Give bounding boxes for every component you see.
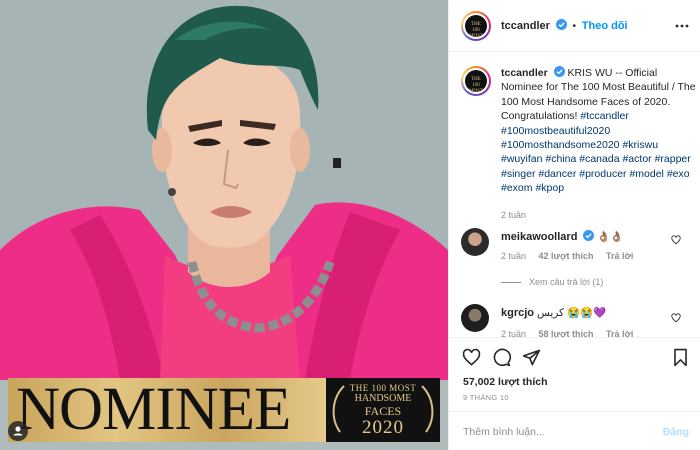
comment-avatar[interactable] [461,304,489,332]
badge-most: MOST [389,383,417,393]
hashtag[interactable]: #exom [501,182,533,194]
more-options-icon[interactable] [675,21,689,31]
caption-time[interactable]: 2 tuần [501,208,697,222]
caption-username[interactable]: tccandler [501,67,548,79]
header-username[interactable]: tccandler [501,20,550,32]
comment-avatar[interactable] [461,228,489,256]
badge-year: 2020 [362,417,404,438]
comment-item: kgrcjo كريس 😭😭💜 2 tuần 58 lượt thích Trả… [449,302,700,338]
comment-icon[interactable] [492,348,511,367]
hashtag[interactable]: #singer [501,168,535,180]
post-header: THE 100 MOST tccandler • Theo dõi [449,0,700,52]
follow-button[interactable]: Theo dõi [582,20,628,32]
comment-username[interactable]: meikawoollard [501,231,577,243]
badge-the: THE [349,383,369,393]
nominee-banner: NOMINEE THE 100 MOST HANDSOME FACES 2020 [8,378,440,442]
hashtag[interactable]: #kpop [535,182,564,194]
hashtag[interactable]: #producer [579,168,626,180]
like-count[interactable]: 57,002 lượt thích [463,376,548,388]
user-tag-icon [13,426,23,436]
hashtag[interactable]: #rapper [655,153,691,165]
hashtag[interactable]: #tccandler [580,110,628,122]
bookmark-icon[interactable] [672,348,689,367]
hashtag[interactable]: #exo [667,168,690,180]
hashtag[interactable]: #china [545,153,576,165]
post-sidebar: THE 100 MOST tccandler • Theo dõi THE 10… [448,0,700,450]
post-date[interactable]: 9 THÁNG 10 [463,393,509,402]
hashtag[interactable]: #100mosthandsome2020 [501,139,620,151]
share-icon[interactable] [522,348,541,367]
post-comment-button[interactable]: Đăng [663,426,689,438]
portrait-photo [0,0,448,380]
hashtag[interactable]: #kriswu [622,139,658,151]
hashtag[interactable]: #100mostbeautiful2020 [501,125,610,137]
comment-input[interactable]: Thêm bình luận... [463,426,545,438]
add-comment-bar: Thêm bình luận... Đăng [449,411,700,450]
heart-icon[interactable] [671,313,681,323]
badge-handsome: HANDSOME [354,393,412,404]
award-badge: THE 100 MOST HANDSOME FACES 2020 [326,378,440,442]
post-image[interactable]: NOMINEE THE 100 MOST HANDSOME FACES 2020 [0,0,448,450]
comment-text: كريس 😭😭💜 [536,307,607,319]
view-replies-button[interactable]: Xem câu trả lời (1) [501,277,603,287]
comment-likes[interactable]: 42 lượt thích [539,251,594,261]
hashtag[interactable]: #model [629,168,663,180]
verified-icon [553,66,565,77]
comment-item: meikawoollard 👌🏽👌🏽 2 tuần 42 lượt thích … [449,226,700,296]
badge-100: 100 [371,383,387,393]
post-actions: 57,002 lượt thích 9 THÁNG 10 Thêm bình l… [449,337,700,450]
hashtag[interactable]: #actor [622,153,651,165]
verified-icon [583,230,595,241]
hashtag[interactable]: #canada [579,153,619,165]
avatar[interactable]: THE 100 MOST [461,11,491,41]
reply-button[interactable]: Trả lời [606,251,633,261]
header-separator: • [572,21,576,32]
comment-time[interactable]: 2 tuần [501,251,526,261]
comment-username[interactable]: kgrcjo [501,307,534,319]
verified-icon [555,19,567,30]
user-tag-button[interactable] [8,421,28,441]
caption-text: tccandler KRIS WU -- Official Nominee fo… [501,66,697,222]
heart-icon[interactable] [671,235,681,245]
nominee-title: NOMINEE [16,376,291,443]
heart-icon[interactable] [462,348,481,367]
hashtag[interactable]: #wuyifan [501,153,542,165]
hashtag[interactable]: #dancer [538,168,576,180]
caption-avatar[interactable]: THE 100 MOST [461,66,491,96]
comment-text: 👌🏽👌🏽 [597,231,624,243]
